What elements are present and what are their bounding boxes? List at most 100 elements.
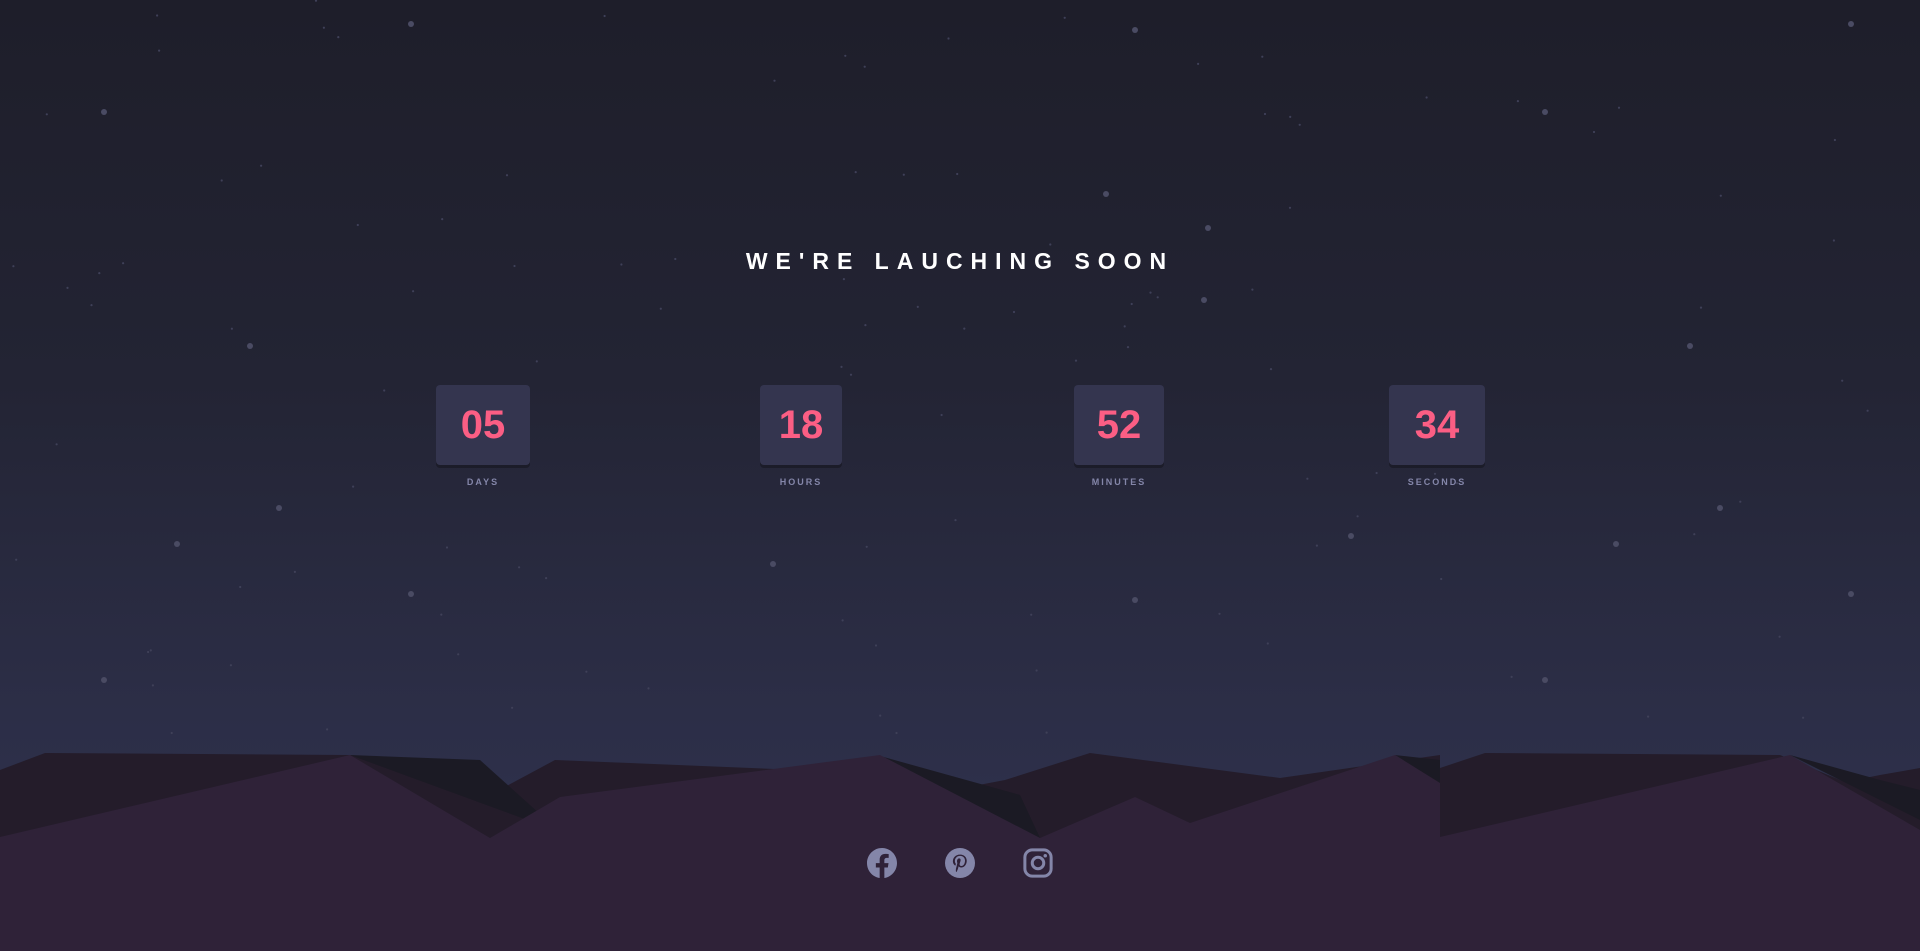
star xyxy=(1263,112,1267,116)
star xyxy=(1440,577,1443,581)
star xyxy=(842,278,846,281)
star xyxy=(412,290,415,293)
star xyxy=(954,519,957,522)
star xyxy=(230,327,233,330)
star xyxy=(916,305,919,308)
pinterest-icon xyxy=(945,848,975,878)
star xyxy=(149,649,152,652)
star xyxy=(1156,296,1159,299)
star xyxy=(260,164,263,167)
countdown-minutes-value: 52 xyxy=(1074,385,1164,465)
star xyxy=(1218,612,1221,615)
star xyxy=(1045,731,1048,734)
star xyxy=(45,113,48,116)
star xyxy=(170,731,173,735)
star xyxy=(445,546,449,549)
star xyxy=(1201,297,1207,303)
star xyxy=(647,687,650,690)
facebook-link[interactable] xyxy=(867,848,897,878)
star xyxy=(1126,346,1130,349)
star xyxy=(518,566,521,569)
star xyxy=(963,327,966,330)
star xyxy=(895,731,898,735)
star xyxy=(1123,325,1126,328)
star xyxy=(1592,130,1596,134)
star xyxy=(1132,597,1138,603)
star xyxy=(1197,62,1200,65)
star xyxy=(1251,288,1254,291)
star xyxy=(773,79,776,82)
star xyxy=(1269,368,1273,371)
star xyxy=(1613,541,1619,547)
star xyxy=(864,324,867,327)
star xyxy=(1261,55,1264,58)
star xyxy=(1699,306,1703,309)
countdown-minutes-label: MINUTES xyxy=(1091,477,1147,487)
star xyxy=(151,684,154,687)
star xyxy=(585,670,588,673)
star xyxy=(1289,115,1292,118)
countdown-hours-label: HOURS xyxy=(779,477,823,487)
star xyxy=(1542,109,1548,115)
star xyxy=(510,706,514,709)
star xyxy=(66,286,69,289)
star xyxy=(293,570,296,574)
star xyxy=(1833,138,1836,142)
star xyxy=(15,558,18,561)
star xyxy=(337,36,340,39)
star xyxy=(1802,716,1805,719)
star xyxy=(1516,100,1519,103)
star xyxy=(1035,669,1038,672)
star xyxy=(1375,471,1378,475)
star xyxy=(1841,379,1844,382)
star xyxy=(1266,642,1269,645)
star xyxy=(158,49,161,52)
star xyxy=(1130,302,1133,306)
star xyxy=(356,223,359,227)
star xyxy=(156,14,159,17)
star xyxy=(101,109,107,115)
star xyxy=(440,613,443,616)
star xyxy=(220,179,223,182)
star xyxy=(1848,21,1854,27)
star xyxy=(1510,675,1513,679)
countdown-seconds-value: 34 xyxy=(1389,385,1485,465)
star xyxy=(770,561,776,567)
star xyxy=(1356,515,1359,518)
star xyxy=(940,413,943,417)
star xyxy=(457,653,460,656)
star xyxy=(1288,206,1292,209)
countdown-seconds-label: SECONDS xyxy=(1407,477,1467,487)
star xyxy=(1832,239,1835,242)
star xyxy=(1063,16,1066,19)
star xyxy=(276,505,282,511)
star xyxy=(865,545,868,548)
star xyxy=(947,37,950,40)
star xyxy=(659,307,662,310)
star xyxy=(352,485,355,488)
countdown-hours: 18 HOURS xyxy=(760,385,842,487)
instagram-icon xyxy=(1023,848,1053,878)
star xyxy=(229,664,232,667)
star xyxy=(849,373,853,376)
star xyxy=(844,54,847,57)
star xyxy=(1719,194,1722,197)
social-links xyxy=(0,848,1920,878)
star xyxy=(1030,613,1033,616)
pinterest-link[interactable] xyxy=(945,848,975,878)
star xyxy=(101,677,107,683)
star xyxy=(1306,477,1309,480)
star xyxy=(1425,96,1428,99)
star xyxy=(545,577,548,580)
countdown-days: 05 DAYS xyxy=(436,385,530,487)
hills-background xyxy=(0,753,1920,951)
star xyxy=(408,591,414,597)
star xyxy=(1866,409,1869,412)
star xyxy=(535,360,538,363)
star xyxy=(854,171,857,174)
star xyxy=(441,218,444,221)
instagram-link[interactable] xyxy=(1023,848,1053,878)
countdown-days-label: DAYS xyxy=(466,477,500,487)
star xyxy=(879,714,882,717)
star xyxy=(383,389,386,392)
